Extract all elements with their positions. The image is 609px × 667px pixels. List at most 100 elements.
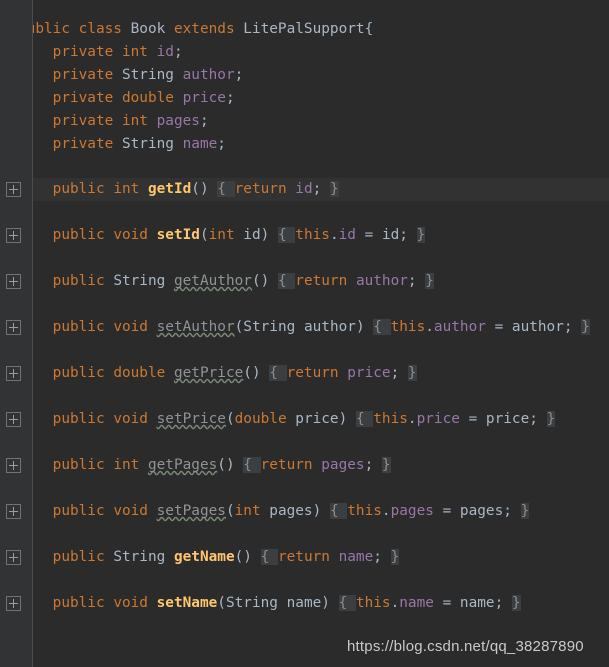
code-editor[interactable]: public class Book extends LitePalSupport… <box>0 0 609 667</box>
code-token: } <box>381 457 391 473</box>
code-token: String <box>121 136 183 152</box>
code-token: price <box>485 411 530 427</box>
expand-plus-icon[interactable] <box>6 228 21 243</box>
code-token: () <box>251 273 278 289</box>
code-token: { <box>277 227 296 243</box>
code-token: = <box>459 411 486 427</box>
code-token: private <box>52 90 122 106</box>
code-token: () <box>191 181 218 197</box>
code-token: { <box>373 319 391 335</box>
expand-plus-icon[interactable] <box>6 366 21 381</box>
code-token: = <box>485 319 512 335</box>
code-token: return <box>234 181 296 197</box>
code-token: int <box>113 457 148 473</box>
code-token: id <box>156 44 174 60</box>
code-token: double <box>113 365 174 381</box>
code-token: } <box>390 549 400 565</box>
code-token: ; <box>364 457 382 473</box>
code-token: getName <box>173 549 235 565</box>
code-line[interactable]: private double price; <box>0 87 609 110</box>
code-token: setId <box>156 227 200 243</box>
code-token: public <box>52 411 114 427</box>
code-line[interactable]: public double getPrice() { return price;… <box>0 362 609 385</box>
code-token: ; <box>173 44 183 60</box>
code-line[interactable]: public int getId() { return id; } <box>0 178 609 201</box>
code-line[interactable]: public void setName(String name) { this.… <box>0 592 609 615</box>
code-token: int <box>234 503 270 519</box>
code-token: return <box>286 365 348 381</box>
code-token: { <box>269 365 287 381</box>
code-line[interactable]: public int getPages() { return pages; } <box>0 454 609 477</box>
expand-plus-icon[interactable] <box>6 550 21 565</box>
code-token: . <box>425 319 434 335</box>
code-token: pages <box>390 503 434 519</box>
code-token: name <box>459 595 495 611</box>
code-token: ; <box>373 549 391 565</box>
code-token: () <box>217 457 244 473</box>
code-line[interactable]: public class Book extends LitePalSupport… <box>0 18 609 41</box>
code-line[interactable]: public String getName() { return name; } <box>0 546 609 569</box>
code-token: price <box>416 411 460 427</box>
code-token: ; <box>234 67 244 83</box>
code-line[interactable]: private int id; <box>0 41 609 64</box>
code-token: this <box>390 319 426 335</box>
code-token: { <box>277 273 296 289</box>
code-line[interactable]: public String getAuthor() { return autho… <box>0 270 609 293</box>
code-token: } <box>520 503 530 519</box>
code-token: this <box>295 227 330 243</box>
code-token: String <box>113 273 174 289</box>
code-token: ) <box>355 319 374 335</box>
code-token: author <box>355 273 408 289</box>
code-token: ; <box>390 365 408 381</box>
watermark-url: https://blog.csdn.net/qq_38287890 <box>347 638 584 655</box>
code-token: private <box>52 113 122 129</box>
code-token: this <box>347 503 382 519</box>
code-token: = <box>433 503 460 519</box>
code-line[interactable]: } <box>0 615 609 638</box>
expand-plus-icon[interactable] <box>6 504 21 519</box>
code-line[interactable]: private String name; <box>0 133 609 156</box>
code-token: name <box>399 595 434 611</box>
code-token: String <box>243 319 304 335</box>
code-token: pages <box>156 113 200 129</box>
code-token: String <box>121 67 183 83</box>
code-token: public <box>52 457 114 473</box>
code-token: double <box>121 90 183 106</box>
code-line[interactable]: public void setPrice(double price) { thi… <box>0 408 609 431</box>
code-token: name <box>286 595 322 611</box>
code-token: public <box>52 273 114 289</box>
code-line[interactable]: private String author; <box>0 64 609 87</box>
code-token: ) <box>312 503 330 519</box>
code-token: price <box>295 411 339 427</box>
code-token: } <box>581 319 590 335</box>
code-token: } <box>416 227 426 243</box>
code-line[interactable]: private int pages; <box>0 110 609 133</box>
code-token: id <box>338 227 356 243</box>
expand-plus-icon[interactable] <box>6 596 21 611</box>
code-token: . <box>381 503 391 519</box>
code-token: price <box>347 365 391 381</box>
code-token: String <box>113 549 174 565</box>
code-token: getPrice <box>173 365 244 381</box>
editor-gutter[interactable] <box>0 0 33 667</box>
code-line[interactable]: public void setPages(int pages) { this.p… <box>0 500 609 523</box>
code-line[interactable]: public void setAuthor(String author) { t… <box>0 316 609 339</box>
expand-plus-icon[interactable] <box>6 458 21 473</box>
code-token: pages <box>269 503 313 519</box>
code-token: this <box>355 595 391 611</box>
code-line[interactable]: public void setId(int id) { this.id = id… <box>0 224 609 247</box>
code-token: . <box>390 595 400 611</box>
code-token: ; <box>199 113 209 129</box>
code-token: public <box>52 319 114 335</box>
code-token: ; <box>399 227 417 243</box>
code-token: ( <box>234 319 244 335</box>
code-content[interactable]: public class Book extends LitePalSupport… <box>0 0 609 667</box>
expand-plus-icon[interactable] <box>6 274 21 289</box>
expand-plus-icon[interactable] <box>6 320 21 335</box>
expand-plus-icon[interactable] <box>6 182 21 197</box>
code-token: getPages <box>147 457 218 473</box>
code-token: void <box>113 503 157 519</box>
code-token: public <box>52 503 114 519</box>
expand-plus-icon[interactable] <box>6 412 21 427</box>
code-token: . <box>407 411 417 427</box>
